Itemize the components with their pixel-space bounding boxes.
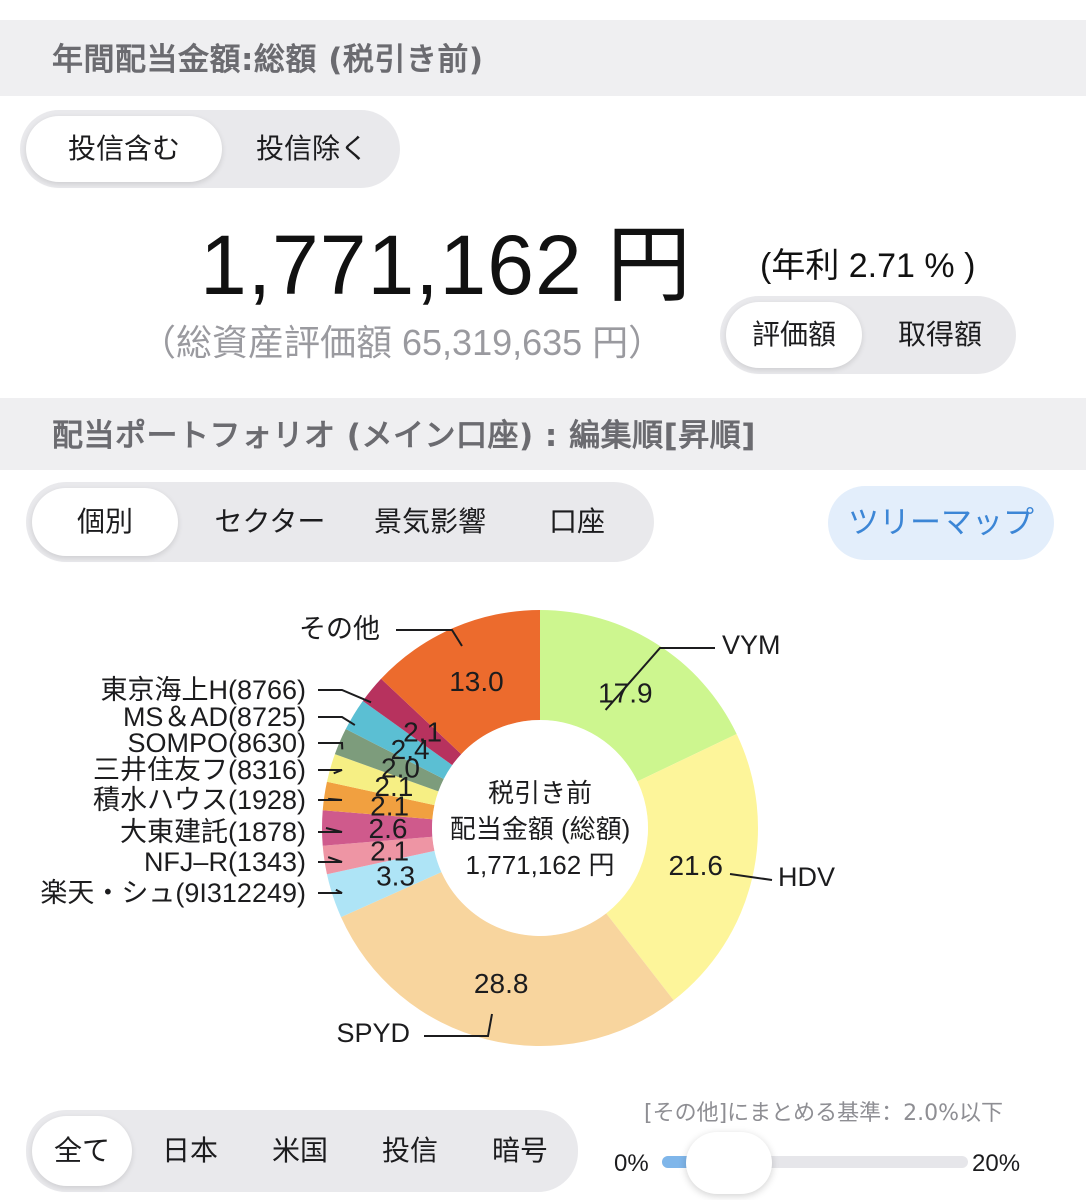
slice-name-label: MS＆AD(8725) (123, 702, 306, 732)
annual-dividend-header: 年間配当金額:総額 (税引き前) (0, 20, 1086, 96)
portfolio-title: 配当ポートフォリオ (メイン口座) : 編集順[昇順] (52, 418, 756, 454)
slice-name-label: 積水ハウス(1928) (93, 785, 306, 815)
leader-line (318, 888, 343, 894)
slice-value-label: 28.8 (474, 968, 529, 999)
leader-line (318, 689, 372, 704)
tab-crypto[interactable]: 暗号 (470, 1137, 570, 1165)
slice-value-label: 2.1 (403, 716, 442, 747)
valuation-basis-toggle: 評価額 取得額 (720, 296, 1016, 374)
tab-sector[interactable]: セクター (190, 508, 350, 536)
region-tabs: 全て 日本 米国 投信 暗号 (26, 1110, 578, 1192)
view-tabs: 個別 セクター 景気影響 口座 (26, 482, 654, 562)
annual-yield: (年利 2.71 % ) (760, 247, 976, 285)
leader-line (318, 797, 343, 801)
slice-name-label: その他 (299, 614, 380, 644)
include-funds-option[interactable]: 投信含む (26, 135, 222, 163)
threshold-slider-thumb[interactable] (686, 1132, 772, 1194)
center-total-amount: 1,771,162 円 (466, 850, 615, 880)
exclude-funds-option[interactable]: 投信除く (224, 135, 400, 163)
slice-name-label: SOMPO(8630) (127, 728, 306, 758)
slice-name-label: VYM (722, 630, 781, 660)
slice-value-label: 17.9 (598, 678, 653, 709)
tab-account[interactable]: 口座 (510, 508, 644, 536)
tab-economic-impact[interactable]: 景気影響 (350, 508, 510, 536)
slice-name-label: SPYD (336, 1018, 410, 1048)
total-assets-value: （総資産評価額 65,319,635 円） (140, 322, 665, 363)
tab-all[interactable]: 全て (32, 1137, 132, 1165)
slider-max-label: 20% (972, 1150, 1021, 1177)
center-label-line2: 配当金額 (総額) (450, 814, 631, 844)
tab-funds[interactable]: 投信 (360, 1137, 460, 1165)
slider-min-label: 0% (614, 1150, 649, 1177)
acquisition-cost-option[interactable]: 取得額 (870, 321, 1010, 349)
slice-value-label: 13.0 (449, 666, 504, 697)
annual-dividend-amount: 1,771,162 円 (200, 218, 693, 312)
other-threshold-caption: [その他]にまとめる基準：2.0%以下 (644, 1101, 1004, 1126)
treemap-button[interactable]: ツリーマップ (828, 486, 1054, 560)
tab-japan[interactable]: 日本 (140, 1137, 240, 1165)
market-value-option[interactable]: 評価額 (726, 321, 862, 349)
slice-name-label: 大東建託(1878) (120, 817, 306, 847)
portfolio-header: 配当ポートフォリオ (メイン口座) : 編集順[昇順] (0, 398, 1086, 470)
annual-dividend-title: 年間配当金額:総額 (税引き前) (52, 42, 484, 78)
slice-value-label: 21.6 (668, 850, 723, 881)
center-label-line1: 税引き前 (488, 778, 592, 808)
slice-name-label: NFJ–R(1343) (144, 847, 306, 877)
dividend-donut-chart: 17.921.628.83.32.12.62.12.12.02.42.113.0… (40, 610, 835, 1048)
tab-us[interactable]: 米国 (250, 1137, 350, 1165)
tab-individual[interactable]: 個別 (32, 508, 178, 536)
slice-name-label: 東京海上H(8766) (100, 675, 306, 705)
slice-name-label: 楽天・シュ(9I312249) (40, 878, 306, 908)
fund-include-toggle: 投信含む 投信除く (20, 110, 400, 188)
slice-name-label: HDV (778, 862, 835, 892)
slice-name-label: 三井住友フ(8316) (93, 755, 306, 785)
